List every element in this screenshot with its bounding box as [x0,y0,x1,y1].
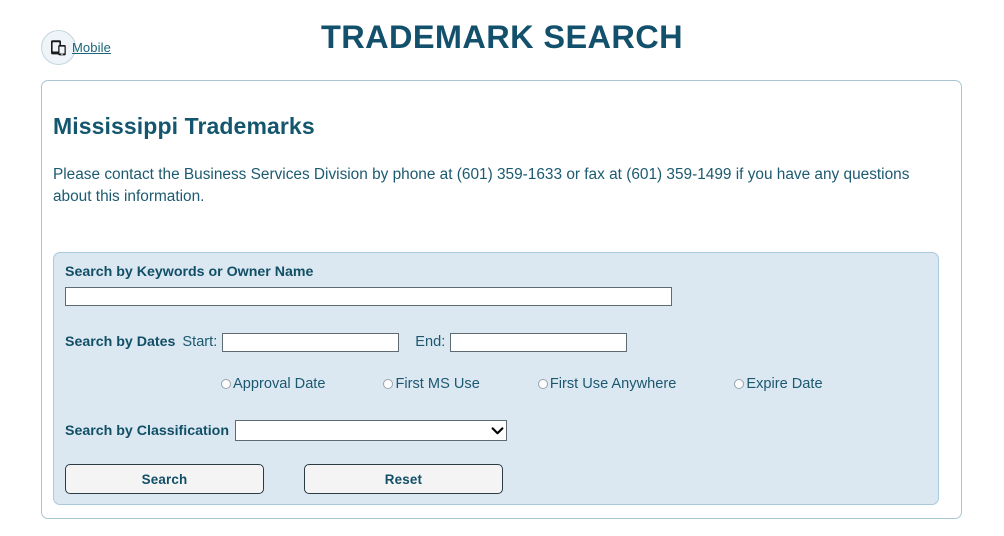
radio-option-approval-date[interactable]: Approval Date [221,376,325,392]
date-range-row: Search by Dates Start: End: [65,332,628,352]
radio-label: Approval Date [233,376,326,392]
keyword-field-label: Search by Keywords or Owner Name [65,264,314,280]
end-date-label: End: [415,334,446,350]
radio-option-first-use-anywhere[interactable]: First Use Anywhere [537,376,677,392]
radio-circle-icon[interactable] [734,379,745,389]
date-type-radio-group: Approval Date First MS Use First Use Any… [169,376,929,392]
end-date-input[interactable] [450,332,628,352]
radio-circle-icon[interactable] [221,379,231,389]
start-date-label: Start: [182,334,218,350]
radio-label: First Use Anywhere [549,376,677,392]
classification-field-label: Search by Classification [65,422,230,439]
start-date-input[interactable] [222,332,400,352]
search-form-panel: Search by Keywords or Owner Name Search … [53,252,939,505]
chevron-down-icon [488,426,506,436]
classification-select[interactable] [235,420,508,441]
section-heading: Mississippi Trademarks [53,113,315,139]
keyword-search-input[interactable] [65,287,672,306]
radio-circle-icon[interactable] [537,379,548,389]
classification-row: Search by Classification [65,420,508,441]
content-card: Mississippi Trademarks Please contact th… [41,80,962,519]
radio-option-expire-date[interactable]: Expire Date [734,376,823,392]
page-header: Mobile TRADEMARK SEARCH [0,0,1004,80]
radio-option-first-ms-use[interactable]: First MS Use [383,376,480,392]
radio-label: Expire Date [746,376,823,392]
form-button-row: Search Reset [65,464,503,494]
radio-label: First MS Use [395,376,480,392]
reset-button[interactable]: Reset [304,464,503,494]
page-title: TRADEMARK SEARCH [320,19,684,55]
intro-paragraph: Please contact the Business Services Div… [53,166,910,205]
search-button[interactable]: Search [65,464,264,494]
radio-circle-icon[interactable] [383,379,394,389]
dates-field-label: Search by Dates [65,334,176,350]
